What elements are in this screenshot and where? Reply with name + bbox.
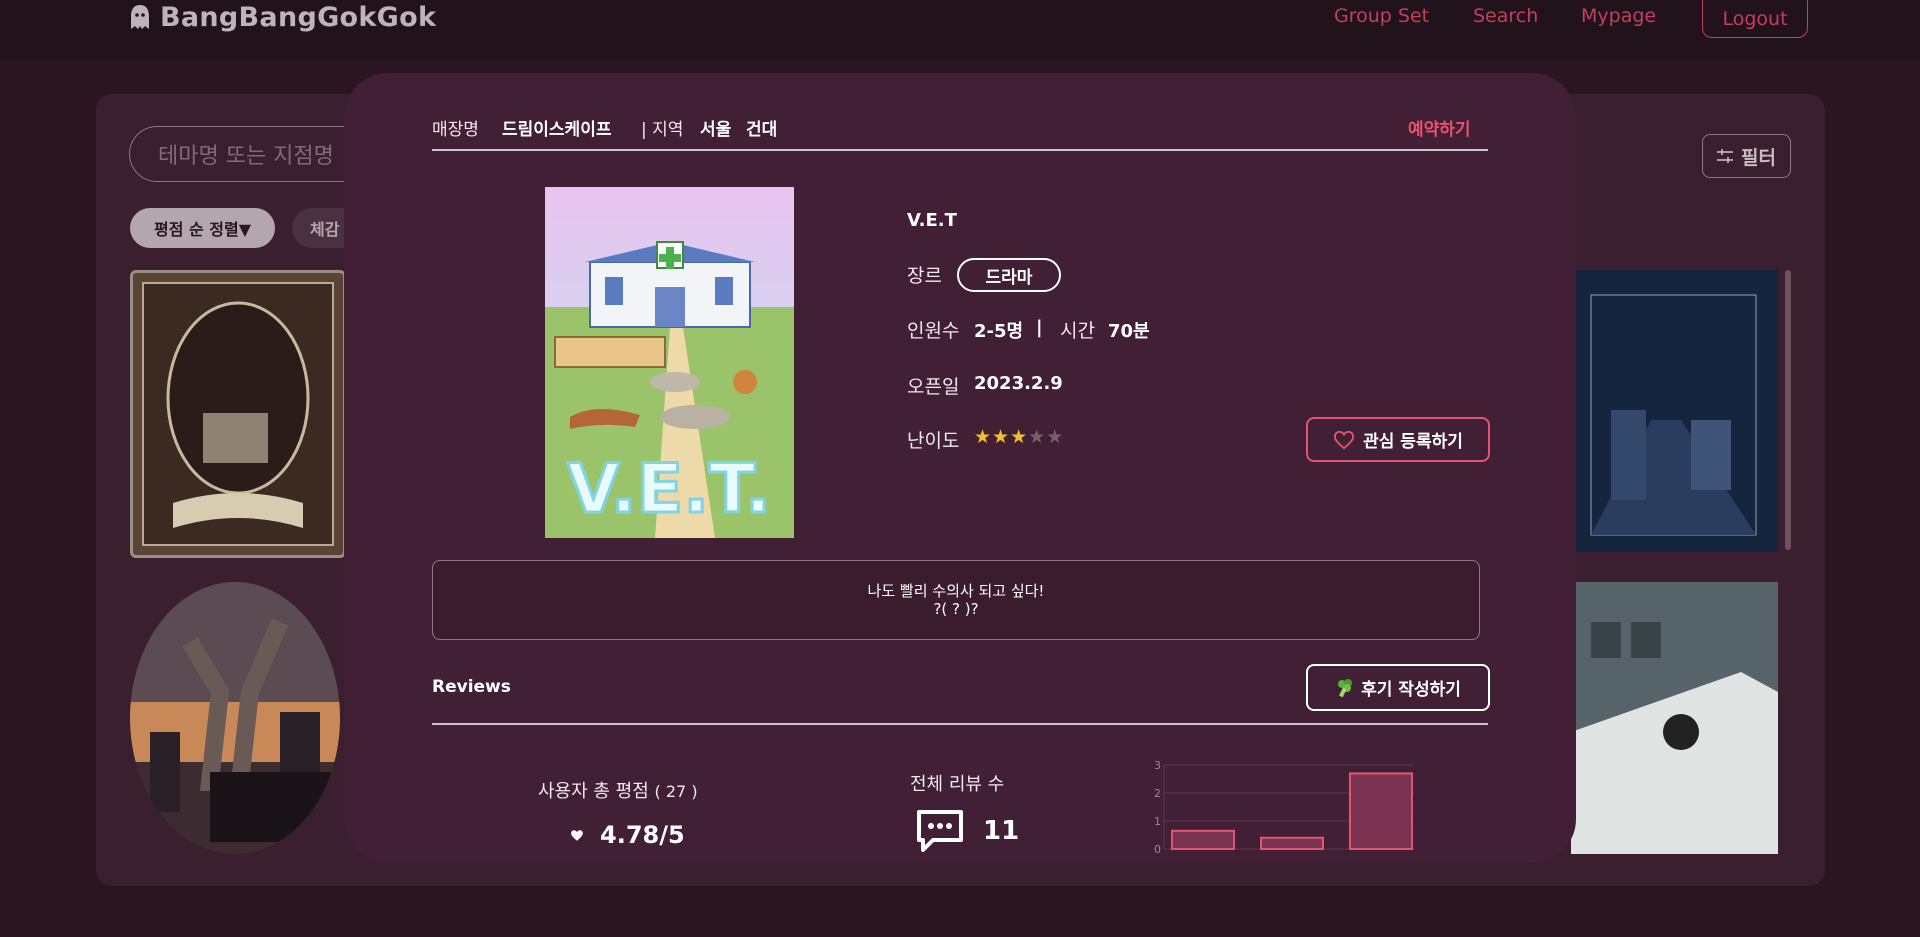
theme-title: V.E.T <box>907 210 957 231</box>
open-date-label: 오픈일 <box>907 376 960 398</box>
logo[interactable]: BangBangGokGok <box>128 0 436 34</box>
open-date-value: 2023.2.9 <box>974 373 1063 394</box>
rating-count: ( 27 ) <box>654 782 698 801</box>
ghost-logo-icon <box>131 5 149 29</box>
film-poster-image <box>142 282 334 546</box>
store-name: 드림이스케이프 <box>502 120 612 140</box>
total-reviews-label: 전체 리뷰 수 <box>910 774 1005 795</box>
theme-description: 나도 빨리 수의사 되고 싶다! ?( ? )? <box>432 560 1480 640</box>
reserve-link[interactable]: 예약하기 <box>1408 115 1471 140</box>
y-tick-label: 0 <box>1154 843 1161 856</box>
total-reviews: 11 <box>915 808 1019 854</box>
reviews-title: Reviews <box>432 677 511 697</box>
night-street-poster-image <box>1571 270 1778 552</box>
region-label: | 지역 <box>641 120 684 140</box>
write-review-button[interactable]: 후기 작성하기 <box>1306 664 1490 711</box>
star-empty-icon: ★ <box>1046 426 1065 448</box>
theme-poster-card[interactable] <box>1571 582 1778 854</box>
runner-poster-image <box>130 582 340 842</box>
y-tick-label: 2 <box>1154 787 1161 800</box>
y-tick-label: 1 <box>1154 815 1161 828</box>
star-filled-icon: ★ <box>1010 426 1029 448</box>
divider <box>432 149 1488 151</box>
genre-badge: 드라마 <box>957 258 1061 292</box>
sliders-icon <box>1717 149 1734 163</box>
search-placeholder: 테마명 또는 지점명 <box>158 144 334 169</box>
time-value: 70분 <box>1108 321 1150 342</box>
genre-label: 장르 <box>907 265 942 287</box>
star-empty-icon: ★ <box>1028 426 1047 448</box>
scrollbar-thumb[interactable] <box>1785 270 1791 550</box>
theme-poster-card[interactable] <box>1571 270 1778 552</box>
time-label: 시간 <box>1060 320 1095 342</box>
description-line: ?( ? )? <box>933 600 979 618</box>
star-filled-icon: ★ <box>974 426 993 448</box>
description-line: 나도 빨리 수의사 되고 싶다! <box>867 582 1045 600</box>
write-review-label: 후기 작성하기 <box>1361 680 1461 700</box>
logout-button[interactable]: Logout <box>1702 0 1808 38</box>
favorite-button[interactable]: 관심 등록하기 <box>1306 417 1490 462</box>
average-rating-label: 사용자 총 평점 ( 27 ) <box>538 777 698 803</box>
people-value: 2-5명 <box>974 321 1024 342</box>
heart-filled-icon <box>571 829 583 841</box>
filter-label: 필터 <box>1741 146 1776 169</box>
nav-search[interactable]: Search <box>1473 5 1538 27</box>
average-rating-title: 사용자 총 평점 <box>538 781 649 802</box>
star-filled-icon: ★ <box>992 426 1011 448</box>
region-area: 건대 <box>746 120 778 140</box>
theme-poster-card[interactable] <box>130 270 346 558</box>
logo-text: BangBangGokGok <box>160 1 437 33</box>
bedroom-poster-image <box>1571 582 1778 854</box>
rating-bar-chart: 0 1 2 3 <box>1154 759 1414 856</box>
sort-dropdown[interactable]: 평점 순 정렬▼ <box>130 208 275 248</box>
chat-bubble-icon <box>917 810 963 852</box>
difficulty-stars: ★★★★★ <box>974 426 1064 448</box>
heart-outline-icon <box>1334 430 1355 449</box>
theme-cover-image: V.E.T. <box>545 187 794 538</box>
favorite-label: 관심 등록하기 <box>1363 432 1463 452</box>
nav-group-set[interactable]: Group Set <box>1334 5 1429 27</box>
info-divider: | <box>1036 317 1043 338</box>
theme-detail-modal: 매장명 드림이스케이프 | 지역 서울 건대 예약하기 V.E.T. V.E.T… <box>344 73 1576 863</box>
chart-bar <box>1260 836 1324 851</box>
chart-bar <box>1171 829 1235 851</box>
average-rating-value: 4.78/5 <box>600 821 685 849</box>
average-rating: 4.78/5 <box>570 821 685 849</box>
filter-button[interactable]: 필터 <box>1702 134 1791 178</box>
theme-poster-card[interactable] <box>130 582 340 854</box>
broccoli-icon <box>1338 678 1353 697</box>
y-tick-label: 3 <box>1154 759 1161 772</box>
chart-bar <box>1349 772 1413 850</box>
region-city: 서울 <box>700 120 732 140</box>
total-reviews-value: 11 <box>983 816 1020 846</box>
top-header: BangBangGokGok Group Set Search Mypage L… <box>0 0 1920 60</box>
store-label: 매장명 <box>432 120 479 140</box>
divider <box>432 723 1488 725</box>
svg-text:V.E.T.: V.E.T. <box>567 450 771 529</box>
difficulty-label: 난이도 <box>907 430 960 452</box>
people-label: 인원수 <box>907 320 960 342</box>
nav-mypage[interactable]: Mypage <box>1581 5 1656 27</box>
